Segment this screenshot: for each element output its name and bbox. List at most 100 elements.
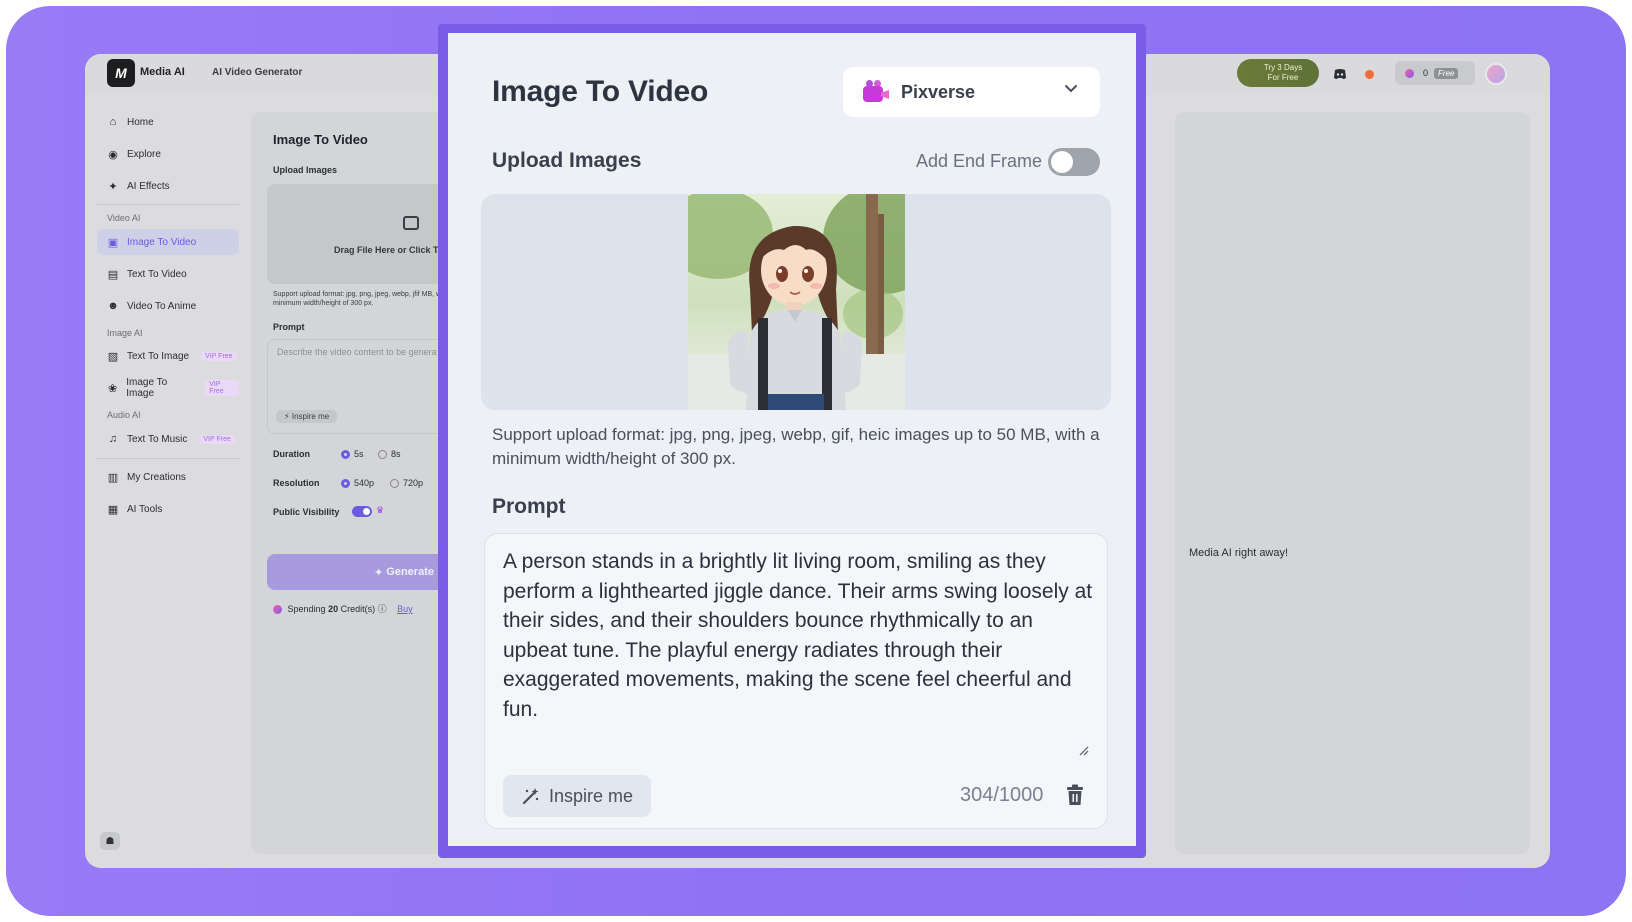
- model-name: Pixverse: [901, 81, 976, 102]
- resize-handle-icon[interactable]: [1077, 744, 1089, 756]
- spending-suffix: Credit(s): [340, 604, 376, 614]
- uploaded-image-preview[interactable]: [688, 194, 905, 410]
- section-video-ai: Video AI: [107, 213, 141, 223]
- trial-line-1: Try 3 Days: [1263, 63, 1303, 72]
- duration-option-label: 5s: [354, 449, 364, 459]
- public-visibility-label: Public Visibility: [273, 507, 340, 517]
- sidebar-item-ai-effects[interactable]: ✦ AI Effects: [97, 173, 239, 199]
- duration-label: Duration: [273, 449, 310, 459]
- trial-line-2: For Free: [1267, 73, 1299, 82]
- inspire-me-button[interactable]: Inspire me: [503, 775, 651, 817]
- sidebar-item-image-to-image[interactable]: ❀ Image To Image VIP Free: [97, 375, 239, 401]
- notification-dot-icon[interactable]: [1359, 64, 1379, 84]
- sidebar-item-label: My Creations: [127, 471, 186, 483]
- sidebar-item-label: Video To Anime: [127, 300, 197, 312]
- credit-coin-icon: [273, 605, 282, 615]
- wand-icon: ⚡: [284, 412, 292, 421]
- upload-support-text: Support upload format: jpg, png, jpeg, w…: [492, 425, 1100, 468]
- anime-icon: ☻: [107, 300, 119, 312]
- credit-balance[interactable]: 0 Free: [1395, 61, 1475, 85]
- resolution-option-540p[interactable]: 540p: [341, 478, 375, 489]
- add-end-frame-label: Add End Frame: [916, 151, 1043, 171]
- sparkle-icon: ✦: [374, 566, 387, 579]
- public-visibility-toggle[interactable]: [352, 506, 372, 517]
- background-panel-title: Image To Video: [273, 132, 368, 147]
- spending-info: Spending 20 Credit(s) ⓘ Buy: [273, 602, 413, 615]
- background-prompt-label: Prompt: [273, 322, 305, 332]
- sidebar-item-label: Explore: [127, 148, 161, 160]
- background-drop-text: Drag File Here or Click To: [334, 245, 444, 255]
- radio-unchecked: [390, 479, 399, 489]
- duration-option-8s[interactable]: 8s: [378, 449, 401, 460]
- sidebar-item-label: Image To Video: [127, 236, 197, 248]
- resolution-option-label: 720p: [403, 478, 424, 488]
- generate-label: Generate: [386, 566, 434, 578]
- chevron-down-icon: [1065, 85, 1077, 93]
- radio-unchecked: [378, 450, 387, 460]
- sidebar-item-video-to-anime[interactable]: ☻ Video To Anime: [97, 293, 239, 319]
- sidebar-item-text-to-image[interactable]: ▧ Text To Image VIP Free: [97, 343, 239, 369]
- discord-icon[interactable]: [1330, 64, 1350, 84]
- resolution-option-720p[interactable]: 720p: [390, 478, 424, 489]
- upload-drop-zone[interactable]: [481, 194, 1111, 410]
- info-icon: ⓘ: [377, 604, 387, 614]
- credit-coin-icon: [1405, 68, 1414, 78]
- sidebar-item-text-to-music[interactable]: ♫ Text To Music VIP Free: [97, 426, 239, 452]
- model-select[interactable]: Pixverse: [843, 67, 1100, 117]
- sidebar-item-explore[interactable]: ◉ Explore: [97, 141, 239, 167]
- inspire-me-label: Inspire me: [549, 785, 634, 806]
- sidebar-item-ai-tools[interactable]: ▦ AI Tools: [97, 496, 239, 522]
- panel-title: Image To Video: [492, 75, 709, 108]
- sidebar-item-home[interactable]: ⌂ Home: [97, 109, 239, 135]
- sidebar-item-text-to-video[interactable]: ▤ Text To Video: [97, 261, 239, 287]
- character-counter: 304/1000: [960, 784, 1044, 806]
- trial-banner[interactable]: Try 3 Days For Free: [1237, 59, 1319, 87]
- resolution-option-label: 540p: [354, 478, 375, 488]
- image-video-icon: ▣: [107, 236, 119, 249]
- sidebar-item-label: AI Effects: [127, 180, 170, 192]
- divider: [97, 458, 239, 459]
- plan-badge: Free: [1434, 67, 1459, 79]
- add-end-frame-toggle[interactable]: [1048, 148, 1100, 176]
- credit-count: 0: [1423, 68, 1429, 78]
- image-to-video-panel: Image To Video Pixverse Upload Images Ad…: [448, 33, 1136, 846]
- creations-icon: ▥: [107, 471, 119, 484]
- sparkle-icon: ✦: [108, 180, 118, 193]
- sidebar-item-image-to-video[interactable]: ▣ Image To Video: [97, 229, 239, 255]
- music-icon: ♫: [108, 433, 118, 445]
- buy-link[interactable]: Buy: [397, 604, 413, 614]
- avatar[interactable]: [1485, 63, 1507, 85]
- vip-badge: VIP Free: [201, 351, 237, 361]
- home-icon: ⌂: [109, 116, 117, 128]
- app-subtitle: AI Video Generator: [212, 67, 303, 78]
- prompt-label: Prompt: [492, 495, 566, 518]
- anime-girl-illustration: [688, 194, 905, 410]
- sidebar-item-label: Text To Music: [127, 433, 188, 445]
- trash-icon[interactable]: [1065, 784, 1085, 806]
- background-inspire-button[interactable]: ⚡ Inspire me: [276, 410, 338, 423]
- vip-badge: VIP Free: [205, 380, 239, 396]
- vip-badge: VIP Free: [199, 434, 235, 444]
- sidebar-item-my-creations[interactable]: ▥ My Creations: [97, 464, 239, 490]
- tools-icon: ▦: [107, 503, 119, 516]
- compass-icon: ◉: [108, 148, 118, 161]
- sidebar-item-label: AI Tools: [127, 503, 163, 515]
- prompt-text-value[interactable]: A person stands in a brightly lit living…: [503, 547, 1093, 724]
- magic-wand-icon: [522, 788, 539, 805]
- section-audio-ai: Audio AI: [107, 410, 141, 420]
- duration-option-5s[interactable]: 5s: [341, 449, 364, 460]
- sidebar-item-label: Image To Image: [126, 377, 168, 399]
- result-pane-message: Media AI right away!: [1189, 547, 1289, 559]
- crown-icon: ♛: [376, 505, 385, 515]
- duration-option-label: 8s: [391, 449, 401, 459]
- resolution-label: Resolution: [273, 478, 320, 488]
- robot-icon[interactable]: ☗: [100, 832, 120, 850]
- upload-image-icon: [403, 216, 419, 230]
- background-upload-label: Upload Images: [273, 165, 338, 175]
- text-video-icon: ▤: [107, 268, 119, 281]
- radio-checked: [341, 479, 350, 489]
- app-logo[interactable]: M: [107, 59, 135, 87]
- prompt-textarea[interactable]: A person stands in a brightly lit living…: [484, 533, 1108, 829]
- app-name: Media AI: [140, 66, 185, 78]
- divider: [97, 204, 239, 205]
